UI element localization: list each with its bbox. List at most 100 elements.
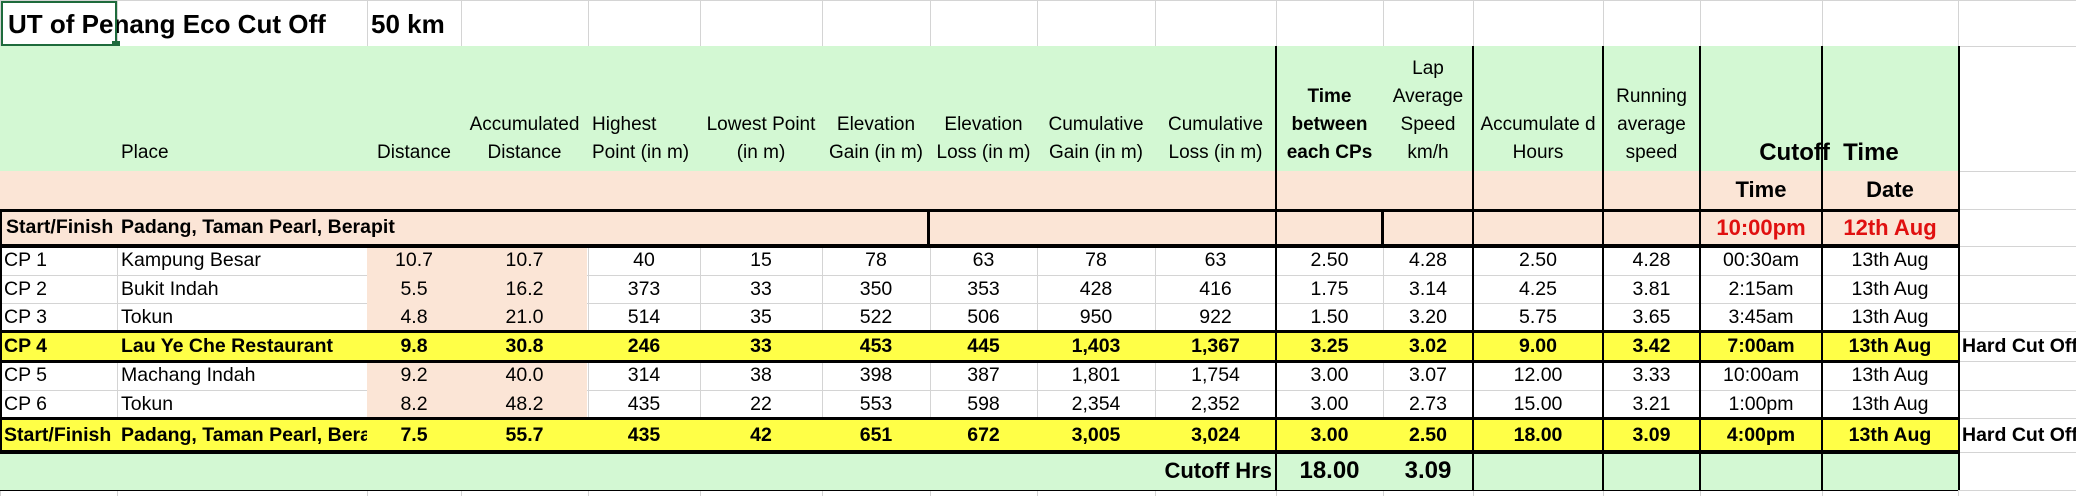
cell-gain[interactable]: 522 <box>822 303 930 331</box>
header-accumulated-hours[interactable]: Accumulate d Hours <box>1473 46 1603 171</box>
cell-acchrs[interactable]: 5.75 <box>1473 303 1603 331</box>
cell-dist[interactable]: 10.7 <box>367 246 461 275</box>
cell-loss[interactable]: 353 <box>930 275 1037 303</box>
cell-acc[interactable]: 30.8 <box>461 331 588 361</box>
cell-tbetween[interactable]: 2.50 <box>1276 246 1383 275</box>
cell-acc[interactable]: 55.7 <box>461 418 588 452</box>
cell-closs[interactable]: 922 <box>1155 303 1276 331</box>
cell-acc[interactable]: 21.0 <box>461 303 588 331</box>
hard-cut-off-note[interactable]: Hard Cut Off <box>1962 418 2076 452</box>
cell-loss[interactable]: 598 <box>930 390 1037 418</box>
cell-gain[interactable]: 350 <box>822 275 930 303</box>
cell-time[interactable]: 00:30am <box>1700 246 1822 275</box>
start-date[interactable]: 12th Aug <box>1822 209 1958 246</box>
cell-high[interactable]: 373 <box>588 275 700 303</box>
cell-dist[interactable]: 5.5 <box>367 275 461 303</box>
cell-tbetween[interactable]: 3.00 <box>1276 390 1383 418</box>
cell-acc[interactable]: 48.2 <box>461 390 588 418</box>
cell-place[interactable]: Padang, Taman Pearl, Berapit <box>117 418 367 452</box>
cell-cp[interactable]: CP 5 <box>0 361 117 390</box>
cell-low[interactable]: 42 <box>700 418 822 452</box>
cutoff-hrs-value[interactable]: 18.00 <box>1276 452 1383 490</box>
cell-dist[interactable]: 4.8 <box>367 303 461 331</box>
cell-high[interactable]: 435 <box>588 418 700 452</box>
cell-lap[interactable]: 3.20 <box>1383 303 1473 331</box>
cell-date[interactable]: 13th Aug <box>1822 331 1958 361</box>
cell-gain[interactable]: 398 <box>822 361 930 390</box>
cell-lap[interactable]: 3.14 <box>1383 275 1473 303</box>
cell-acchrs[interactable]: 18.00 <box>1473 418 1603 452</box>
cell-running[interactable]: 4.28 <box>1603 246 1700 275</box>
cell-date[interactable]: 13th Aug <box>1822 303 1958 331</box>
cell-loss[interactable]: 445 <box>930 331 1037 361</box>
cell-place[interactable]: Tokun <box>117 303 367 331</box>
cell-running[interactable]: 3.81 <box>1603 275 1700 303</box>
cell-acchrs[interactable]: 12.00 <box>1473 361 1603 390</box>
cell-acc[interactable]: 10.7 <box>461 246 588 275</box>
header-elevation-gain[interactable]: Elevation Gain (in m) <box>822 46 930 171</box>
cell-closs[interactable]: 1,754 <box>1155 361 1276 390</box>
header-highest-point[interactable]: Highest Point (in m) <box>588 46 700 171</box>
cell-time[interactable]: 4:00pm <box>1700 418 1822 452</box>
cell-gain[interactable]: 553 <box>822 390 930 418</box>
cell-low[interactable]: 22 <box>700 390 822 418</box>
cell-dist[interactable]: 7.5 <box>367 418 461 452</box>
cell-acchrs[interactable]: 9.00 <box>1473 331 1603 361</box>
selected-cell[interactable] <box>1 1 117 46</box>
cell-cgain[interactable]: 428 <box>1037 275 1155 303</box>
cell-lap[interactable]: 2.50 <box>1383 418 1473 452</box>
cell-closs[interactable]: 63 <box>1155 246 1276 275</box>
cell-tbetween[interactable]: 3.00 <box>1276 361 1383 390</box>
cell-cgain[interactable]: 2,354 <box>1037 390 1155 418</box>
cutoff-hrs-label[interactable]: Cutoff Hrs <box>1037 452 1276 490</box>
cell-cp[interactable]: CP 1 <box>0 246 117 275</box>
header-accumulated-distance[interactable]: Accumulated Distance <box>461 46 588 171</box>
cell-gain[interactable]: 453 <box>822 331 930 361</box>
cell-running[interactable]: 3.33 <box>1603 361 1700 390</box>
cell-place[interactable]: Machang Indah <box>117 361 367 390</box>
cell-cp[interactable]: CP 6 <box>0 390 117 418</box>
cell-lap[interactable]: 4.28 <box>1383 246 1473 275</box>
cell-acc[interactable]: 40.0 <box>461 361 588 390</box>
cell-lap[interactable]: 3.02 <box>1383 331 1473 361</box>
cell-dist[interactable]: 9.2 <box>367 361 461 390</box>
cell-low[interactable]: 15 <box>700 246 822 275</box>
header-lap-speed[interactable]: Lap Average Speed km/h <box>1383 46 1473 171</box>
header-cutoff-time[interactable]: Cutoff Time <box>1700 46 1958 171</box>
cutoff-speed-value[interactable]: 3.09 <box>1383 452 1473 490</box>
cell-cp[interactable]: CP 3 <box>0 303 117 331</box>
cell-tbetween[interactable]: 1.75 <box>1276 275 1383 303</box>
cell-dist[interactable]: 8.2 <box>367 390 461 418</box>
cell-date[interactable]: 13th Aug <box>1822 361 1958 390</box>
cell-gain[interactable]: 78 <box>822 246 930 275</box>
cell-low[interactable]: 33 <box>700 331 822 361</box>
header-place[interactable]: Place <box>117 46 367 171</box>
cell-high[interactable]: 435 <box>588 390 700 418</box>
cell-closs[interactable]: 1,367 <box>1155 331 1276 361</box>
cell-cgain[interactable]: 3,005 <box>1037 418 1155 452</box>
cell-date[interactable]: 13th Aug <box>1822 275 1958 303</box>
cell-date[interactable]: 13th Aug <box>1822 246 1958 275</box>
hard-cut-off-note[interactable]: Hard Cut Off <box>1962 331 2076 361</box>
cell-cgain[interactable]: 78 <box>1037 246 1155 275</box>
cell-tbetween[interactable]: 3.25 <box>1276 331 1383 361</box>
cell-running[interactable]: 3.65 <box>1603 303 1700 331</box>
cell-place[interactable]: Bukit Indah <box>117 275 367 303</box>
cell-loss[interactable]: 63 <box>930 246 1037 275</box>
cell-time[interactable]: 2:15am <box>1700 275 1822 303</box>
cell-tbetween[interactable]: 1.50 <box>1276 303 1383 331</box>
cell-high[interactable]: 314 <box>588 361 700 390</box>
cell-acchrs[interactable]: 4.25 <box>1473 275 1603 303</box>
header-elevation-loss[interactable]: Elevation Loss (in m) <box>930 46 1037 171</box>
cell-cp[interactable]: CP 4 <box>0 331 117 361</box>
cell-loss[interactable]: 672 <box>930 418 1037 452</box>
distance-label[interactable]: 50 km <box>367 4 467 44</box>
header-cumulative-loss[interactable]: Cumulative Loss (in m) <box>1155 46 1276 171</box>
cell-running[interactable]: 3.09 <box>1603 418 1700 452</box>
header-time[interactable]: Time <box>1700 171 1822 209</box>
cell-time[interactable]: 10:00am <box>1700 361 1822 390</box>
cell-lap[interactable]: 2.73 <box>1383 390 1473 418</box>
cell-acc[interactable]: 16.2 <box>461 275 588 303</box>
cell-acchrs[interactable]: 2.50 <box>1473 246 1603 275</box>
cell-closs[interactable]: 416 <box>1155 275 1276 303</box>
